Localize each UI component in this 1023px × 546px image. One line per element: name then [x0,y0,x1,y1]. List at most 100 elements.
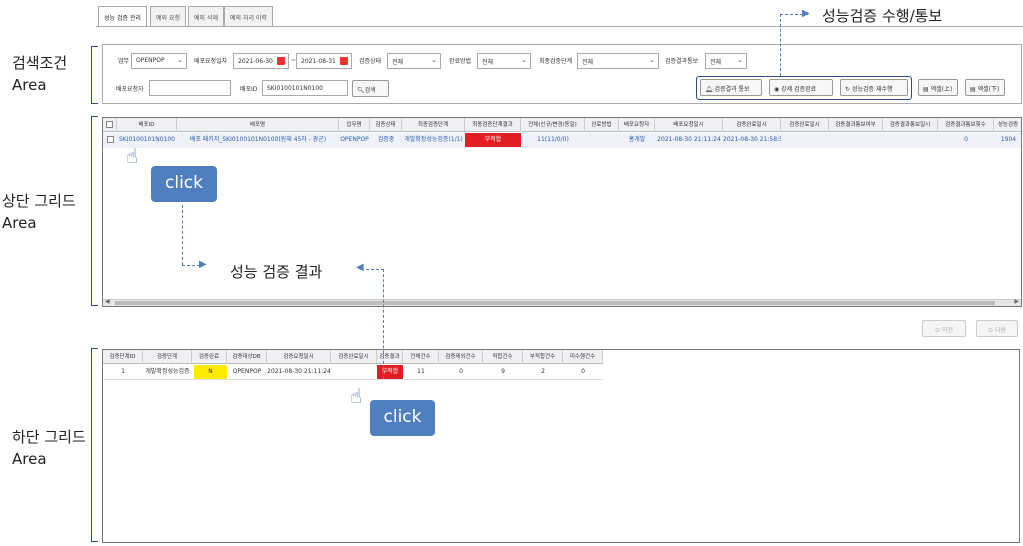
header-deploy-id[interactable]: 배포ID [117,118,177,132]
notify-select[interactable]: 전체 ⌄ [705,53,747,69]
row-target-db: OPENPOP [232,368,262,375]
tab-exception-delete[interactable]: 예외 삭제 [188,6,224,26]
notify-result-button[interactable]: 🔔︎ 검증결과 통보 [700,79,762,96]
header-requester[interactable]: 배포요청자 [619,118,655,132]
lower-area-label-line1: 하단 그리드 [12,428,86,446]
scrollbar-thumb[interactable] [115,301,995,305]
search-button-label: 검색 [364,87,376,94]
table-row[interactable]: 1 개발확정성능검증 N OPENPOP 2021-08-30 21:11:24… [103,365,603,380]
chevron-down-icon: ⌄ [431,56,437,64]
chevron-down-icon: ⌄ [521,56,527,64]
calendar-icon[interactable] [277,57,285,65]
header-stage[interactable]: 검증단계 [143,350,192,364]
excel-up-button[interactable]: ▤ 엑셀(上) [918,79,958,96]
next-button[interactable]: ⊙ 다음 [976,320,1018,337]
header-done[interactable]: 검증완료 [192,350,227,364]
scroll-right-icon[interactable]: ▶ [1014,298,1019,305]
row-final-result[interactable]: 부적합 [465,133,521,147]
pointer-hand-icon: ☝ [350,384,363,408]
deploy-id-input[interactable]: SKI0100101N0100 [262,80,348,96]
chevron-down-icon: ⌄ [177,56,183,64]
tab-exception-history[interactable]: 예외 처리 이력 [224,6,273,26]
method-select[interactable]: 전체 ⌄ [477,53,531,69]
method-label: 완료방법 [449,58,472,65]
top-callout-text: 성능검증 수행/통보 [822,7,943,25]
upper-area-label-line2: Area [2,214,37,232]
header-notify-yn[interactable]: 검증결과통보여부 [829,118,883,132]
force-complete-button[interactable]: ◉ 강제 검증완료 [769,79,833,96]
header-final-stage[interactable]: 최종검증단계 [402,118,465,132]
notify-result-label: 검증결과 통보 [714,86,750,93]
header-biz[interactable]: 업무명 [339,118,370,132]
row-fit: 9 [501,368,505,375]
rerun-button[interactable]: ↻ 성능검증 재수행 [840,79,908,96]
header-deploy-name[interactable]: 배포명 [177,118,339,132]
header-excluded[interactable]: 검증제외건수 [439,350,483,364]
prev-button[interactable]: ⊙ 이전 [922,320,966,337]
header-request-time[interactable]: 검증요청일시 [267,350,331,364]
search-area-label-line2: Area [12,76,47,94]
date-to-input[interactable]: 2021-08-31 [296,53,352,69]
row-request-time: 2021-08-30 21:11:24 [657,136,721,143]
header-notify-count[interactable]: 검증결과통보횟수 [938,118,994,132]
notify-select-value: 전체 [710,59,722,66]
row-biz: OPENPOP [340,136,369,143]
lower-grid-area-bracket [91,348,98,542]
chevron-down-icon: ⌄ [737,56,743,64]
deploy-id-label: 배포ID [240,86,258,93]
top-callout-connector [780,14,781,76]
row-excluded: 0 [459,368,463,375]
header-notify-time[interactable]: 검증결과통보일시 [883,118,938,132]
scroll-left-icon[interactable]: ◀ [105,298,110,305]
header-total[interactable]: 전체건수 [403,350,439,364]
date-from-input[interactable]: 2021-06-30 [233,53,289,69]
final-stage-label: 최종검증단계 [539,58,573,65]
row-total: 11 [417,368,425,375]
next-icon: ⊙ [988,327,994,334]
header-unfit[interactable]: 부적합건수 [523,350,563,364]
search-icon: 🔍︎ [357,87,365,94]
header-method[interactable]: 완료방법 [585,118,619,132]
select-all-checkbox[interactable] [103,118,117,132]
table-row[interactable]: SKI0100101N0100 배포 패키지_SKI0100101N0100(원… [103,133,1021,149]
tab-exception-request[interactable]: 예외 요청 [150,6,186,26]
arrow-right-icon: ▶ [199,259,207,270]
status-label: 검증상태 [359,58,382,65]
header-stage-id[interactable]: 검증단계ID [103,350,143,364]
row-status: 검증중 [377,136,395,143]
header-counts[interactable]: 전체(신규/변경/동일) [521,118,585,132]
pointer-hand-icon: ☝ [126,144,139,168]
header-target-db[interactable]: 검증대상DB [227,350,267,364]
header-complete-time[interactable]: 검증완료일시 [331,350,377,364]
arrow-right-icon: ▶ [802,8,810,19]
upper-area-label-line1: 상단 그리드 [2,192,76,210]
final-stage-select[interactable]: 전체 ⌄ [577,53,659,69]
header-status[interactable]: 검증상태 [370,118,402,132]
excel-down-button[interactable]: ▤ 엑셀(下) [965,79,1005,96]
header-perf[interactable]: 성능검증 [994,118,1021,132]
row-request-time: 2021-08-30 21:11:24 [267,368,331,375]
header-result[interactable]: 검증결과 [377,350,403,364]
horizontal-scrollbar[interactable]: ◀ ▶ [103,298,1021,306]
header-not-run[interactable]: 미수행건수 [563,350,603,364]
header-final-result[interactable]: 최종검증단계결과 [465,118,521,132]
mid-callout-text: 성능 검증 결과 [230,263,323,281]
row-result[interactable]: 부적합 [377,365,403,379]
requester-input[interactable] [149,80,231,96]
header-complete-time[interactable]: 검증완료일시 [723,118,781,132]
lower-area-label-line2: Area [12,450,47,468]
biz-select[interactable]: OPENPOP ⌄ [131,53,187,69]
header-complete-time-2[interactable]: 검증완료일시 [781,118,829,132]
header-fit[interactable]: 적합건수 [483,350,523,364]
header-request-time[interactable]: 배포요청일시 [655,118,723,132]
calendar-icon[interactable] [340,57,348,65]
row-deploy-name: 배포 패키지_SKI0100101N0100(원재 45차 - 광군) [189,136,327,143]
search-area-bracket [91,46,98,104]
tab-performance-management[interactable]: 성능 검증 관리 [98,6,147,26]
arrow-left-icon: ◀ [356,262,364,273]
row-checkbox[interactable] [103,133,117,149]
status-select[interactable]: 전체 ⌄ [387,53,441,69]
search-button[interactable]: 🔍︎검색 [352,80,389,97]
prev-label: 이전 [941,327,953,334]
force-complete-label: 강제 검증완료 [781,86,817,93]
